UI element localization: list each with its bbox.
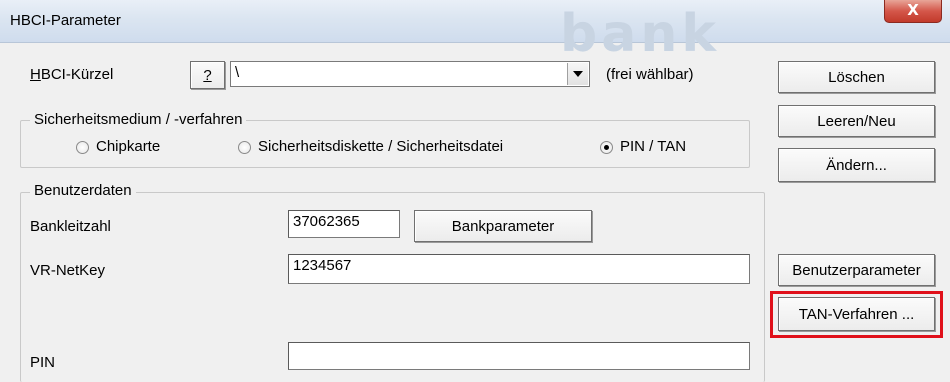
change-label: Ändern... — [826, 156, 887, 174]
bankleitzahl-value: 37062365 — [293, 213, 360, 230]
help-label: ? — [203, 66, 212, 84]
combo-dropdown-button[interactable] — [567, 63, 588, 85]
pin-label: PIN — [30, 354, 56, 371]
delete-button[interactable]: Löschen — [778, 61, 935, 93]
bankleitzahl-label: Bankleitzahl — [30, 218, 111, 235]
radio-sicherheitsdiskette-label[interactable]: Sicherheitsdiskette / Sicherheitsdatei — [258, 138, 503, 155]
hbci-kuerzel-combo[interactable]: \ — [230, 61, 590, 87]
vr-netkey-label: VR-NetKey — [30, 262, 106, 279]
bankparameter-label: Bankparameter — [451, 217, 555, 235]
hbci-kuerzel-hint: (frei wählbar) — [606, 66, 694, 83]
change-button[interactable]: Ändern... — [778, 148, 935, 182]
pin-input[interactable] — [288, 342, 750, 370]
security-legend: Sicherheitsmedium / -verfahren — [30, 111, 247, 128]
bankparameter-button[interactable]: Bankparameter — [414, 210, 592, 242]
user-parameters-label: Benutzerparameter — [792, 261, 921, 279]
vr-netkey-value: 1234567 — [293, 257, 352, 274]
background-watermark: bank — [560, 4, 720, 64]
radio-chipkarte-label[interactable]: Chipkarte — [96, 138, 160, 155]
highlight-frame — [770, 291, 943, 338]
window-title: HBCI-Parameter — [10, 12, 121, 29]
radio-pin-tan[interactable] — [600, 141, 613, 154]
bankleitzahl-input[interactable]: 37062365 — [288, 210, 400, 238]
vr-netkey-input[interactable]: 1234567 — [288, 254, 750, 284]
user-data-legend: Benutzerdaten — [30, 182, 136, 199]
close-button[interactable]: X — [884, 0, 942, 23]
clear-new-label: Leeren/Neu — [817, 112, 896, 130]
help-button[interactable]: ? — [190, 61, 225, 89]
radio-sicherheitsdiskette[interactable] — [238, 141, 251, 154]
close-icon[interactable]: X — [907, 1, 919, 19]
user-parameters-button[interactable]: Benutzerparameter — [778, 254, 935, 286]
chevron-down-icon — [573, 71, 583, 77]
hbci-kuerzel-label-text: HBCI-Kürzel — [30, 66, 114, 83]
clear-new-button[interactable]: Leeren/Neu — [778, 105, 935, 137]
delete-label: Löschen — [828, 68, 885, 86]
radio-pin-tan-label[interactable]: PIN / TAN — [620, 138, 686, 155]
radio-chipkarte[interactable] — [76, 141, 89, 154]
title-bar: HBCI-Parameter bank X — [0, 0, 950, 60]
hbci-kuerzel-value: \ — [235, 64, 240, 81]
